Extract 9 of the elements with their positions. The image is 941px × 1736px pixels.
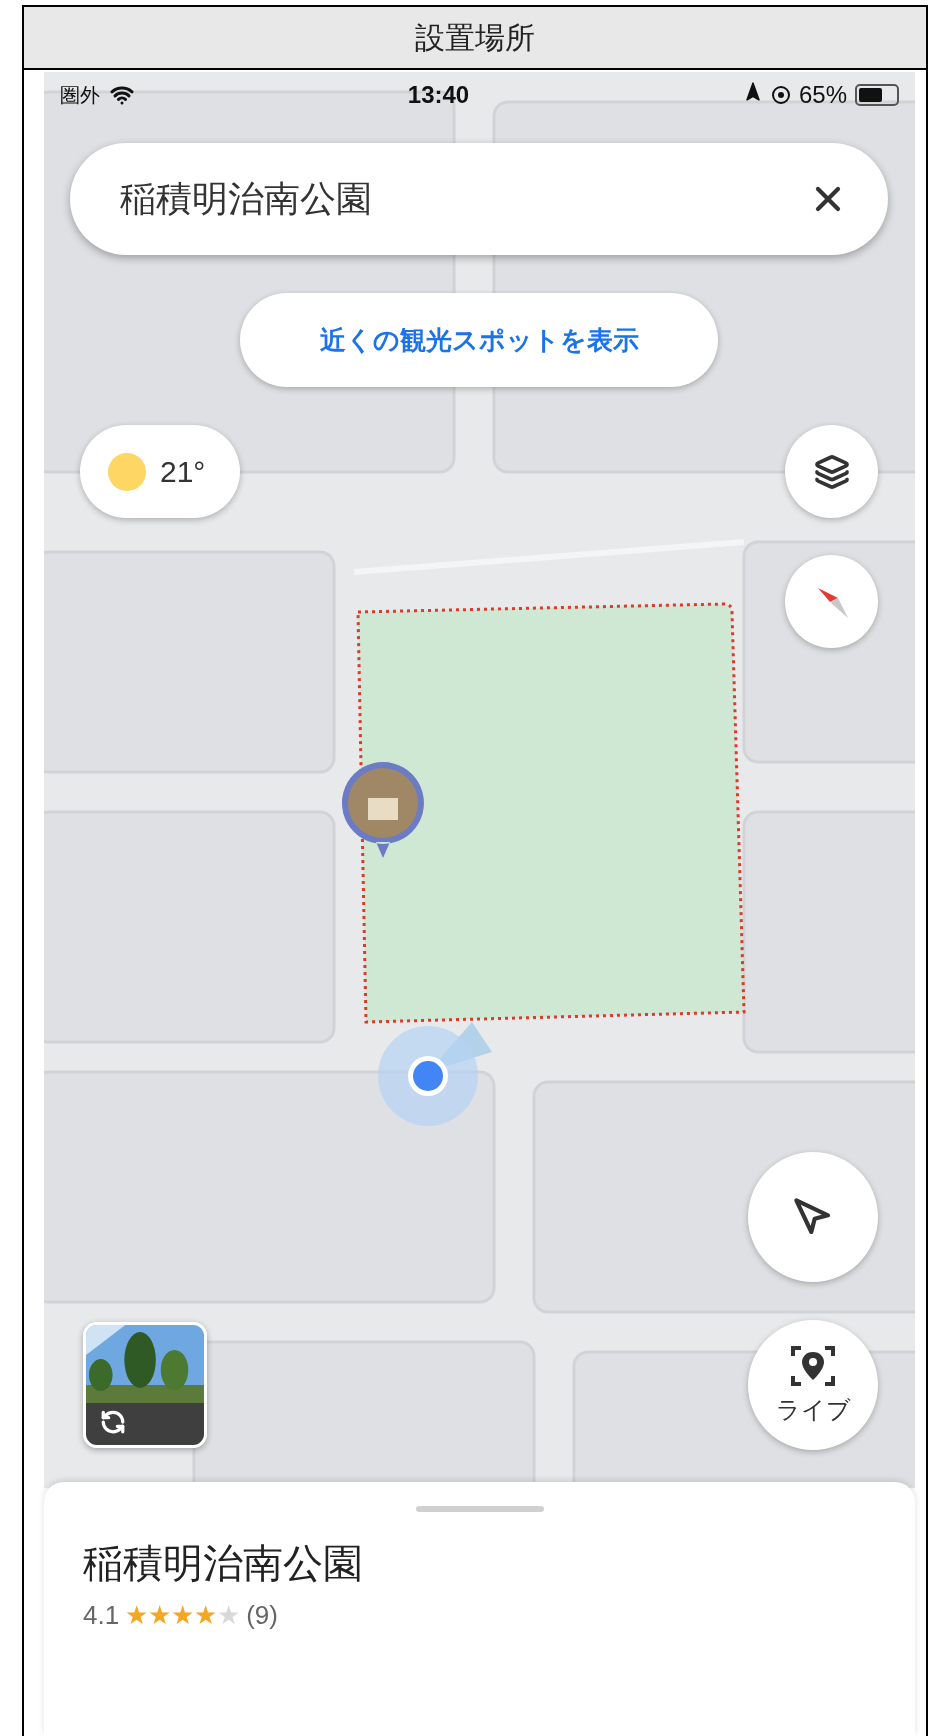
star-icon: ★ — [125, 1596, 149, 1635]
header-title: 設置場所 — [415, 20, 535, 56]
place-name: 稲積明治南公園 — [83, 1540, 364, 1587]
rating-value: 4.1 — [83, 1599, 120, 1632]
review-count: (9) — [246, 1599, 278, 1632]
star-icon: ★ — [171, 1596, 195, 1635]
star-icon: ★ — [194, 1596, 218, 1635]
star-icon: ★ — [148, 1596, 172, 1635]
star-icon: ★ — [217, 1596, 241, 1635]
